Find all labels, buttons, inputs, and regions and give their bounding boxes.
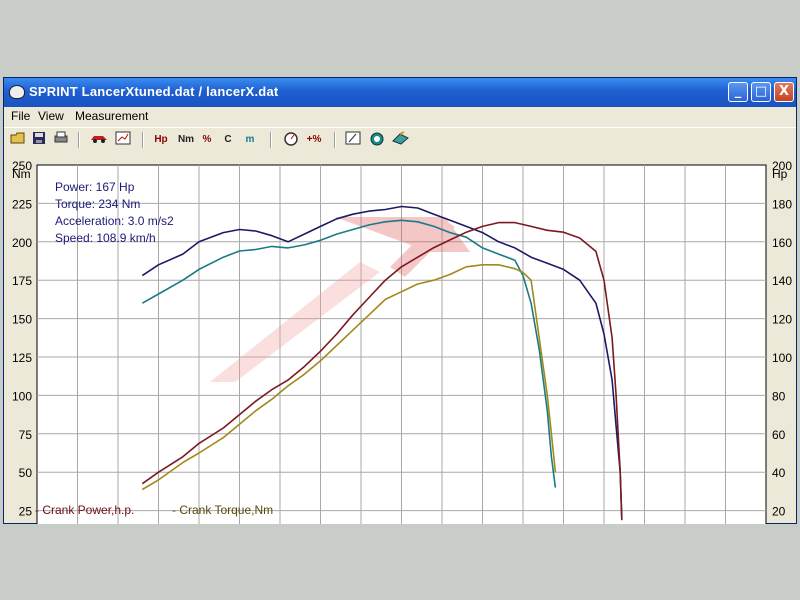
readout-torque: Torque: 234 Nm: [55, 197, 140, 211]
left-tick-label: 225: [12, 197, 32, 211]
legend-torque: - Crank Torque,Nm: [172, 503, 273, 517]
right-tick-label: 160: [772, 236, 792, 250]
left-axis-unit: Nm: [12, 167, 31, 181]
right-tick-label: 100: [772, 351, 792, 365]
right-tick-label: 20: [772, 505, 786, 519]
left-tick-label: 100: [12, 389, 32, 403]
left-tick-label: 50: [19, 466, 33, 480]
left-tick-label: 200: [12, 236, 32, 250]
right-tick-label: 80: [772, 389, 786, 403]
right-tick-label: 180: [772, 197, 792, 211]
right-tick-label: 120: [772, 313, 792, 327]
left-tick-label: 25: [19, 505, 33, 519]
chart-canvas: 0500100015002000250030003500400045005000…: [12, 159, 792, 569]
right-tick-label: 40: [772, 466, 786, 480]
left-tick-label: 175: [12, 274, 32, 288]
left-tick-label: 75: [19, 428, 33, 442]
legend-power: - Crank Power,h.p.: [35, 503, 134, 517]
readout-power: Power: 167 Hp: [55, 180, 135, 194]
right-tick-label: 60: [772, 428, 786, 442]
left-tick-label: 150: [12, 313, 32, 327]
left-tick-label: 125: [12, 351, 32, 365]
dyno-chart: 0500100015002000250030003500400045005000…: [0, 77, 800, 569]
readout-acceleration: Acceleration: 3.0 m/s2: [55, 214, 174, 228]
right-axis-unit: Hp: [772, 167, 788, 181]
right-tick-label: 140: [772, 274, 792, 288]
readout-speed: Speed: 108.9 km/h: [55, 231, 156, 245]
